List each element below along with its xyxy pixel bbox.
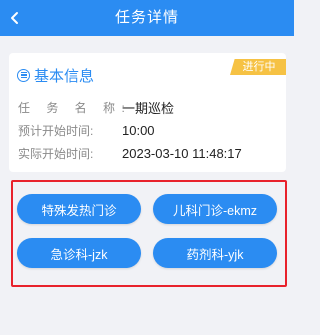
department-button-pediatrics[interactable]: 儿科门诊-ekmz	[153, 194, 277, 224]
planned-start-value: 10:00	[122, 122, 155, 138]
task-name-row: 任 务 名 称: 一期巡检	[18, 99, 175, 116]
task-name-label: 任 务 名 称:	[18, 100, 132, 115]
task-name-value: 一期巡检	[122, 100, 175, 116]
department-button-fever-clinic[interactable]: 特殊发热门诊	[17, 194, 141, 224]
actual-start-row: 实际开始时间: 2023-03-10 11:48:17	[18, 145, 242, 161]
actual-start-label: 实际开始时间:	[18, 146, 94, 161]
actual-start-value: 2023-03-10 11:48:17	[122, 145, 242, 161]
list-icon	[17, 68, 30, 82]
section-title: 基本信息	[34, 67, 95, 85]
status-badge: 进行中	[230, 59, 286, 75]
top-bar: 任务详情	[0, 0, 294, 36]
planned-start-label: 预计开始时间:	[18, 123, 94, 138]
basic-info-card: 基本信息 进行中 任 务 名 称: 一期巡检 预计开始时间: 10:00 实际开…	[9, 53, 286, 172]
planned-start-row: 预计开始时间: 10:00	[18, 122, 155, 138]
page-title: 任务详情	[114, 9, 179, 26]
section-header: 基本信息	[17, 65, 94, 85]
department-button-pharmacy[interactable]: 药剂科-yjk	[153, 238, 277, 268]
department-button-emergency[interactable]: 急诊科-jzk	[17, 238, 141, 268]
